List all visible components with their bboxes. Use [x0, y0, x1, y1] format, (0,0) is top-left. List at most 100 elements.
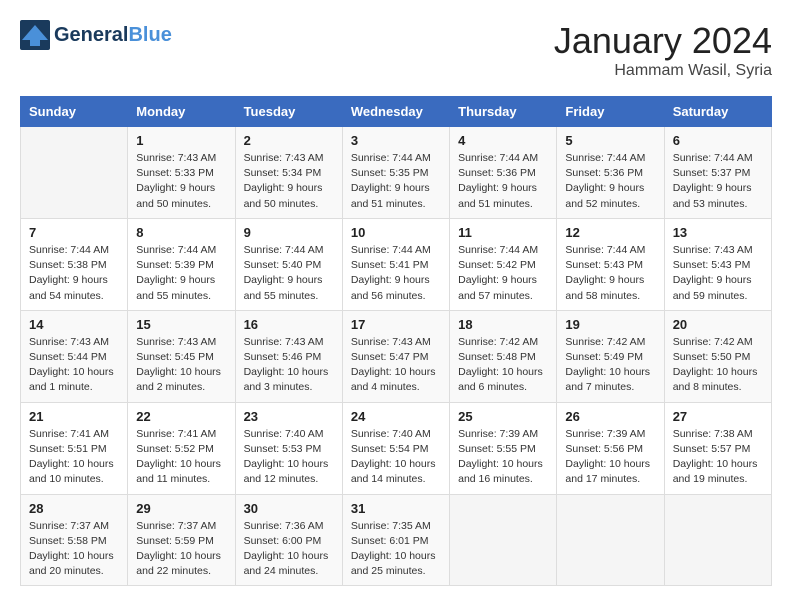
- calendar-cell: 29 Sunrise: 7:37 AM Sunset: 5:59 PM Dayli…: [128, 494, 235, 586]
- day-info: Sunrise: 7:44 AM Sunset: 5:36 PM Dayligh…: [565, 151, 655, 212]
- day-number: 24: [351, 409, 441, 424]
- calendar-cell: 24 Sunrise: 7:40 AM Sunset: 5:54 PM Dayli…: [342, 402, 449, 494]
- month-title: January 2024: [554, 20, 772, 62]
- day-info: Sunrise: 7:40 AM Sunset: 5:53 PM Dayligh…: [244, 427, 334, 488]
- day-info: Sunrise: 7:43 AM Sunset: 5:45 PM Dayligh…: [136, 335, 226, 396]
- day-number: 4: [458, 133, 548, 148]
- day-number: 20: [673, 317, 763, 332]
- day-info: Sunrise: 7:44 AM Sunset: 5:36 PM Dayligh…: [458, 151, 548, 212]
- page-header: GeneralBlue January 2024 Hammam Wasil, S…: [20, 20, 772, 80]
- calendar-week-row: 14Sunrise: 7:43 AM Sunset: 5:44 PM Dayli…: [21, 310, 772, 402]
- calendar-cell: 7 Sunrise: 7:44 AM Sunset: 5:38 PM Daylig…: [21, 218, 128, 310]
- calendar-week-row: 28 Sunrise: 7:37 AM Sunset: 5:58 PM Dayli…: [21, 494, 772, 586]
- day-number: 15: [136, 317, 226, 332]
- day-number: 8: [136, 225, 226, 240]
- day-info: Sunrise: 7:38 AM Sunset: 5:57 PM Dayligh…: [673, 427, 763, 488]
- calendar-cell: 30 Sunrise: 7:36 AM Sunset: 6:00 PM Dayli…: [235, 494, 342, 586]
- day-number: 22: [136, 409, 226, 424]
- calendar-cell: 10 Sunrise: 7:44 AM Sunset: 5:41 PM Dayli…: [342, 218, 449, 310]
- day-number: 17: [351, 317, 441, 332]
- weekday-header: Friday: [557, 97, 664, 127]
- location: Hammam Wasil, Syria: [554, 62, 772, 80]
- day-info: Sunrise: 7:39 AM Sunset: 5:56 PM Dayligh…: [565, 427, 655, 488]
- day-info: Sunrise: 7:44 AM Sunset: 5:42 PM Dayligh…: [458, 243, 548, 304]
- day-info: Sunrise: 7:40 AM Sunset: 5:54 PM Dayligh…: [351, 427, 441, 488]
- weekday-header: Tuesday: [235, 97, 342, 127]
- calendar-cell: [21, 127, 128, 219]
- calendar-cell: 15 Sunrise: 7:43 AM Sunset: 5:45 PM Dayli…: [128, 310, 235, 402]
- calendar-cell: 25Sunrise: 7:39 AM Sunset: 5:55 PM Dayli…: [450, 402, 557, 494]
- day-number: 9: [244, 225, 334, 240]
- calendar-week-row: 7 Sunrise: 7:44 AM Sunset: 5:38 PM Daylig…: [21, 218, 772, 310]
- calendar-cell: [450, 494, 557, 586]
- day-number: 23: [244, 409, 334, 424]
- day-info: Sunrise: 7:43 AM Sunset: 5:33 PM Dayligh…: [136, 151, 226, 212]
- day-info: Sunrise: 7:37 AM Sunset: 5:59 PM Dayligh…: [136, 519, 226, 580]
- logo-blue: Blue: [128, 24, 171, 46]
- calendar-cell: 3 Sunrise: 7:44 AM Sunset: 5:35 PM Daylig…: [342, 127, 449, 219]
- day-info: Sunrise: 7:42 AM Sunset: 5:50 PM Dayligh…: [673, 335, 763, 396]
- calendar-cell: 18Sunrise: 7:42 AM Sunset: 5:48 PM Dayli…: [450, 310, 557, 402]
- day-number: 16: [244, 317, 334, 332]
- day-info: Sunrise: 7:44 AM Sunset: 5:35 PM Dayligh…: [351, 151, 441, 212]
- day-number: 31: [351, 501, 441, 516]
- day-info: Sunrise: 7:43 AM Sunset: 5:46 PM Dayligh…: [244, 335, 334, 396]
- calendar-cell: 22 Sunrise: 7:41 AM Sunset: 5:52 PM Dayli…: [128, 402, 235, 494]
- day-info: Sunrise: 7:44 AM Sunset: 5:37 PM Dayligh…: [673, 151, 763, 212]
- day-info: Sunrise: 7:37 AM Sunset: 5:58 PM Dayligh…: [29, 519, 119, 580]
- calendar-cell: 9 Sunrise: 7:44 AM Sunset: 5:40 PM Daylig…: [235, 218, 342, 310]
- calendar-cell: 4 Sunrise: 7:44 AM Sunset: 5:36 PM Daylig…: [450, 127, 557, 219]
- day-number: 30: [244, 501, 334, 516]
- calendar-week-row: 21 Sunrise: 7:41 AM Sunset: 5:51 PM Dayli…: [21, 402, 772, 494]
- day-info: Sunrise: 7:44 AM Sunset: 5:38 PM Dayligh…: [29, 243, 119, 304]
- calendar-cell: 11 Sunrise: 7:44 AM Sunset: 5:42 PM Dayli…: [450, 218, 557, 310]
- calendar-cell: 17 Sunrise: 7:43 AM Sunset: 5:47 PM Dayli…: [342, 310, 449, 402]
- day-number: 2: [244, 133, 334, 148]
- day-number: 10: [351, 225, 441, 240]
- calendar-body: 1 Sunrise: 7:43 AM Sunset: 5:33 PM Daylig…: [21, 127, 772, 586]
- day-info: Sunrise: 7:44 AM Sunset: 5:43 PM Dayligh…: [565, 243, 655, 304]
- day-number: 7: [29, 225, 119, 240]
- day-info: Sunrise: 7:35 AM Sunset: 6:01 PM Dayligh…: [351, 519, 441, 580]
- calendar-cell: 14Sunrise: 7:43 AM Sunset: 5:44 PM Dayli…: [21, 310, 128, 402]
- calendar-cell: 2Sunrise: 7:43 AM Sunset: 5:34 PM Daylig…: [235, 127, 342, 219]
- day-info: Sunrise: 7:42 AM Sunset: 5:49 PM Dayligh…: [565, 335, 655, 396]
- day-info: Sunrise: 7:41 AM Sunset: 5:51 PM Dayligh…: [29, 427, 119, 488]
- calendar-table: SundayMondayTuesdayWednesdayThursdayFrid…: [20, 96, 772, 586]
- logo-text: GeneralBlue: [54, 24, 172, 46]
- day-number: 21: [29, 409, 119, 424]
- calendar-cell: 23 Sunrise: 7:40 AM Sunset: 5:53 PM Dayli…: [235, 402, 342, 494]
- day-number: 29: [136, 501, 226, 516]
- calendar-cell: 31 Sunrise: 7:35 AM Sunset: 6:01 PM Dayli…: [342, 494, 449, 586]
- weekday-header: Monday: [128, 97, 235, 127]
- calendar-cell: 20 Sunrise: 7:42 AM Sunset: 5:50 PM Dayli…: [664, 310, 771, 402]
- calendar-cell: 19Sunrise: 7:42 AM Sunset: 5:49 PM Dayli…: [557, 310, 664, 402]
- weekday-header: Sunday: [21, 97, 128, 127]
- day-number: 13: [673, 225, 763, 240]
- day-number: 27: [673, 409, 763, 424]
- day-number: 3: [351, 133, 441, 148]
- calendar-cell: 1 Sunrise: 7:43 AM Sunset: 5:33 PM Daylig…: [128, 127, 235, 219]
- day-number: 18: [458, 317, 548, 332]
- day-number: 14: [29, 317, 119, 332]
- day-number: 1: [136, 133, 226, 148]
- calendar-week-row: 1 Sunrise: 7:43 AM Sunset: 5:33 PM Daylig…: [21, 127, 772, 219]
- calendar-cell: [557, 494, 664, 586]
- day-info: Sunrise: 7:44 AM Sunset: 5:41 PM Dayligh…: [351, 243, 441, 304]
- day-info: Sunrise: 7:43 AM Sunset: 5:43 PM Dayligh…: [673, 243, 763, 304]
- day-info: Sunrise: 7:44 AM Sunset: 5:40 PM Dayligh…: [244, 243, 334, 304]
- day-info: Sunrise: 7:41 AM Sunset: 5:52 PM Dayligh…: [136, 427, 226, 488]
- calendar-cell: 5Sunrise: 7:44 AM Sunset: 5:36 PM Daylig…: [557, 127, 664, 219]
- weekday-header: Wednesday: [342, 97, 449, 127]
- day-number: 25: [458, 409, 548, 424]
- day-number: 28: [29, 501, 119, 516]
- calendar-cell: 21 Sunrise: 7:41 AM Sunset: 5:51 PM Dayli…: [21, 402, 128, 494]
- day-number: 26: [565, 409, 655, 424]
- day-info: Sunrise: 7:36 AM Sunset: 6:00 PM Dayligh…: [244, 519, 334, 580]
- day-number: 11: [458, 225, 548, 240]
- logo-icon: [20, 20, 50, 50]
- calendar-cell: [664, 494, 771, 586]
- day-info: Sunrise: 7:43 AM Sunset: 5:47 PM Dayligh…: [351, 335, 441, 396]
- title-block: January 2024 Hammam Wasil, Syria: [554, 20, 772, 80]
- calendar-cell: 6Sunrise: 7:44 AM Sunset: 5:37 PM Daylig…: [664, 127, 771, 219]
